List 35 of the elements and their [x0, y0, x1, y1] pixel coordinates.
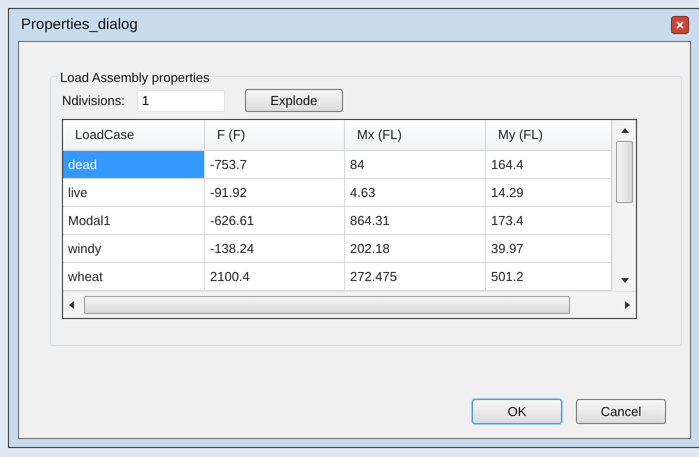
column-header[interactable]: My (FL)	[486, 120, 612, 150]
table-cell: 202.18	[345, 235, 486, 262]
explode-button[interactable]: Explode	[244, 89, 343, 112]
ndivisions-field[interactable]: 1	[136, 90, 225, 112]
window-title: Properties_dialog	[21, 14, 138, 35]
table-cell: wheat	[63, 263, 205, 290]
table-cell: live	[63, 179, 205, 206]
scroll-right-icon[interactable]	[625, 301, 630, 309]
table-cell: windy	[63, 235, 205, 262]
table-cell: -753.7	[205, 151, 345, 178]
column-header[interactable]: F (F)	[205, 120, 345, 150]
table-cell: dead	[63, 151, 205, 178]
scroll-up-icon[interactable]	[620, 128, 628, 133]
close-icon	[676, 21, 684, 29]
table-cell: -626.61	[205, 207, 345, 234]
table-cell: 2100.4	[205, 263, 345, 290]
column-header[interactable]: Mx (FL)	[345, 120, 486, 150]
horizontal-scrollbar[interactable]	[63, 291, 636, 318]
close-button[interactable]	[671, 16, 689, 34]
scrollbar-thumb[interactable]	[616, 141, 633, 203]
vertical-scrollbar[interactable]	[612, 120, 636, 291]
scroll-down-icon[interactable]	[620, 278, 628, 283]
dialog-button[interactable]: Cancel	[576, 399, 666, 424]
table-cell: 864.31	[345, 207, 486, 234]
scrollbar-thumb[interactable]	[84, 296, 570, 314]
dialog-button[interactable]: OK	[472, 399, 562, 424]
table-cell: 84	[345, 151, 486, 178]
scroll-left-icon[interactable]	[69, 301, 74, 309]
table-cell: -138.24	[205, 235, 345, 262]
table-cell: 4.63	[345, 179, 486, 206]
column-header[interactable]: LoadCase	[63, 120, 205, 150]
table-cell: Modal1	[63, 207, 205, 234]
table-cell: -91.92	[205, 179, 345, 206]
table-cell: 272.475	[345, 263, 486, 290]
ndivisions-label: Ndivisions:	[62, 92, 125, 110]
